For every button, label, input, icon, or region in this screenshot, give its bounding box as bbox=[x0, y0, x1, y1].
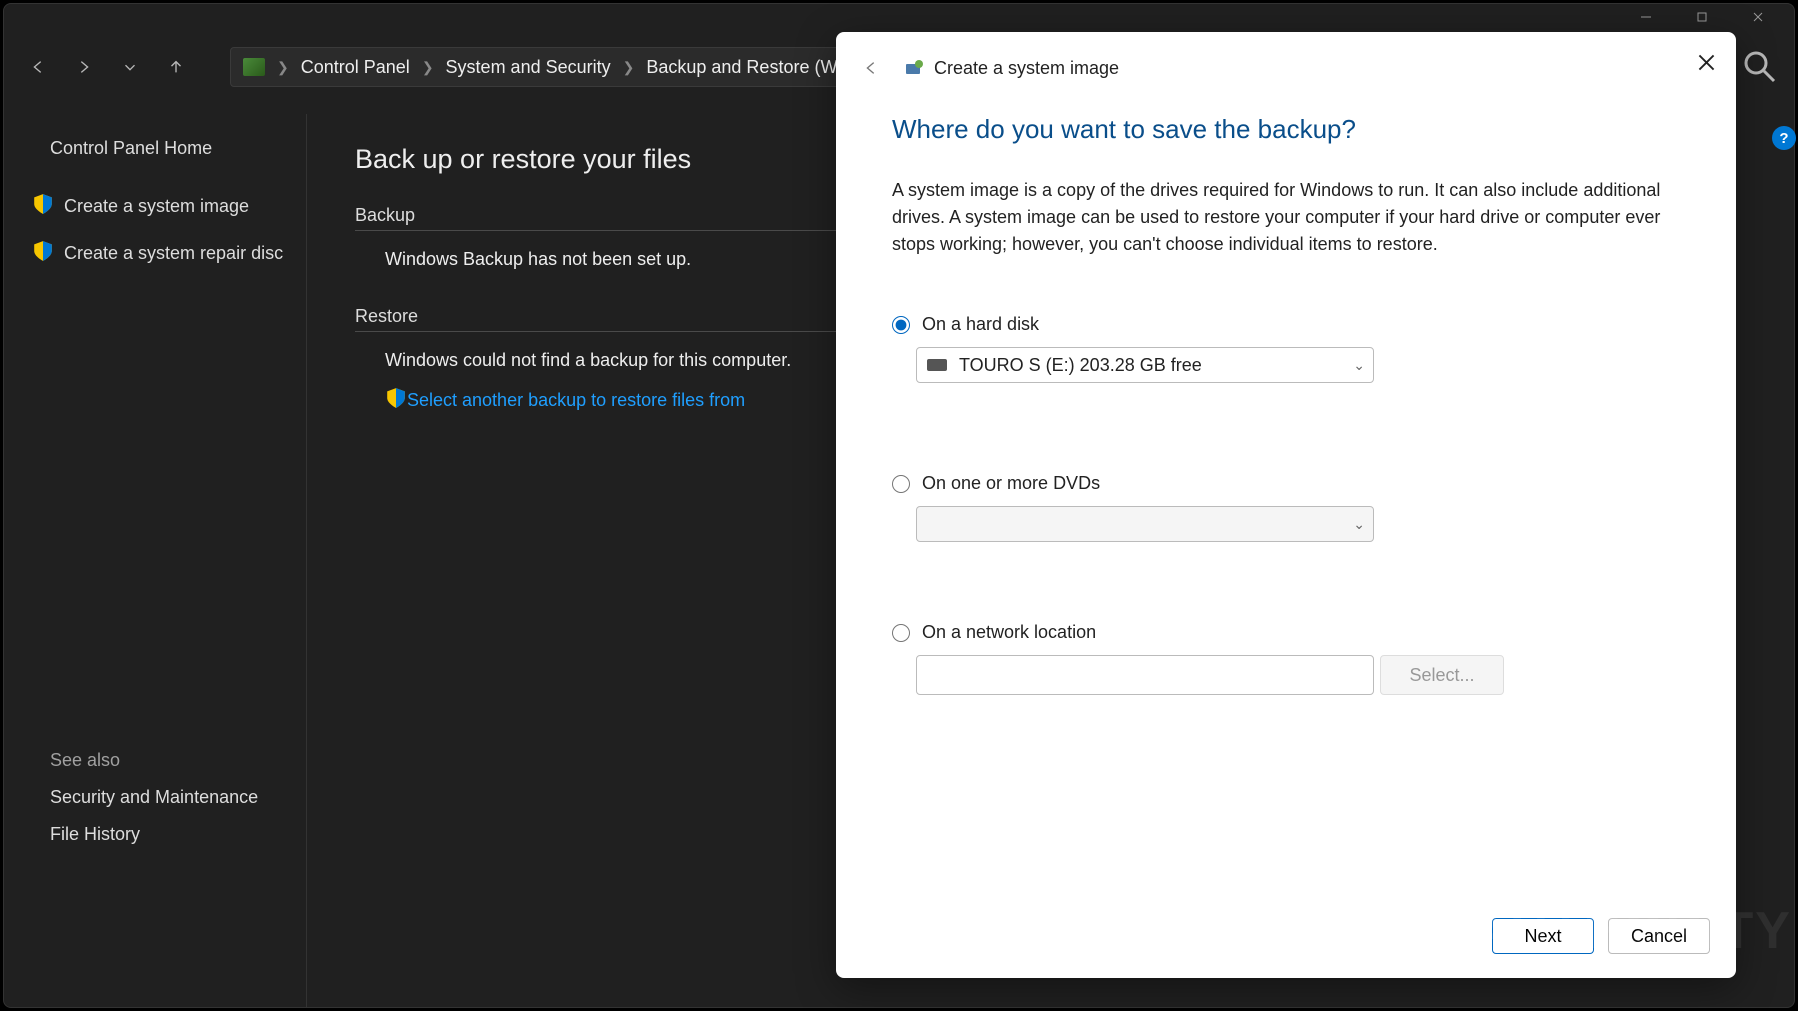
link-label: Select another backup to restore files f… bbox=[407, 390, 745, 411]
backup-header: Backup bbox=[355, 205, 875, 231]
chevron-right-icon: ❯ bbox=[277, 59, 289, 76]
control-panel-icon bbox=[243, 58, 265, 76]
chevron-right-icon: ❯ bbox=[422, 59, 434, 76]
radio-label: On one or more DVDs bbox=[922, 473, 1100, 494]
select-network-button[interactable]: Select... bbox=[1380, 655, 1504, 695]
dialog-question: Where do you want to save the backup? bbox=[892, 114, 1680, 145]
maximize-button[interactable] bbox=[1674, 4, 1730, 30]
sidebar-item-create-image[interactable]: Create a system image bbox=[28, 183, 296, 230]
dialog-body: Where do you want to save the backup? A … bbox=[836, 104, 1736, 761]
hard-disk-combo[interactable]: TOURO S (E:) 203.28 GB free ⌄ bbox=[916, 347, 1374, 383]
radio-dvd[interactable]: On one or more DVDs bbox=[892, 473, 1680, 494]
radio-dvd-input[interactable] bbox=[892, 475, 910, 493]
radio-network[interactable]: On a network location bbox=[892, 622, 1680, 643]
chevron-down-icon: ⌄ bbox=[1353, 357, 1365, 374]
radio-label: On a hard disk bbox=[922, 314, 1039, 335]
close-button[interactable] bbox=[1730, 4, 1786, 30]
option-hard-disk: On a hard disk TOURO S (E:) 203.28 GB fr… bbox=[892, 314, 1680, 383]
drive-icon bbox=[927, 359, 947, 371]
shield-icon bbox=[385, 387, 407, 414]
control-panel-home-link[interactable]: Control Panel Home bbox=[28, 128, 296, 169]
shield-icon bbox=[32, 240, 54, 267]
minimize-button[interactable] bbox=[1618, 4, 1674, 30]
sidebar: Control Panel Home Create a system image… bbox=[4, 114, 306, 1007]
dialog-close-button[interactable] bbox=[1690, 46, 1722, 78]
shield-icon bbox=[32, 193, 54, 220]
radio-hard-disk-input[interactable] bbox=[892, 316, 910, 334]
breadcrumb[interactable]: System and Security bbox=[446, 57, 611, 78]
dialog-footer: Next Cancel bbox=[1492, 918, 1710, 954]
backup-icon bbox=[904, 58, 924, 78]
chevron-right-icon: ❯ bbox=[623, 59, 635, 76]
sidebar-link-file-history[interactable]: File History bbox=[28, 816, 296, 853]
network-path-input[interactable] bbox=[916, 655, 1374, 695]
next-button[interactable]: Next bbox=[1492, 918, 1594, 954]
dialog-back-button[interactable] bbox=[856, 53, 886, 83]
radio-label: On a network location bbox=[922, 622, 1096, 643]
forward-button[interactable] bbox=[64, 47, 104, 87]
dvd-combo[interactable]: ⌄ bbox=[916, 506, 1374, 542]
chevron-down-icon: ⌄ bbox=[1353, 516, 1365, 533]
back-button[interactable] bbox=[18, 47, 58, 87]
breadcrumb[interactable]: Control Panel bbox=[301, 57, 410, 78]
option-network: On a network location Select... bbox=[892, 622, 1680, 695]
option-dvd: On one or more DVDs ⌄ bbox=[892, 473, 1680, 542]
see-also-header: See also bbox=[28, 742, 296, 779]
dialog-description: A system image is a copy of the drives r… bbox=[892, 177, 1680, 258]
sidebar-item-label: Create a system image bbox=[64, 196, 249, 217]
help-button[interactable]: ? bbox=[1772, 126, 1796, 150]
dialog-header: Create a system image bbox=[836, 32, 1736, 104]
cancel-button[interactable]: Cancel bbox=[1608, 918, 1710, 954]
dialog-title: Create a system image bbox=[934, 58, 1119, 79]
sidebar-item-label: Create a system repair disc bbox=[64, 243, 283, 264]
up-button[interactable] bbox=[156, 47, 196, 87]
radio-network-input[interactable] bbox=[892, 624, 910, 642]
restore-header: Restore bbox=[355, 306, 875, 332]
sidebar-link-security[interactable]: Security and Maintenance bbox=[28, 779, 296, 816]
combo-value: TOURO S (E:) 203.28 GB free bbox=[959, 355, 1202, 376]
radio-hard-disk[interactable]: On a hard disk bbox=[892, 314, 1680, 335]
search-button[interactable] bbox=[1740, 47, 1780, 87]
recent-dropdown[interactable] bbox=[110, 47, 150, 87]
create-system-image-dialog: Create a system image Where do you want … bbox=[836, 32, 1736, 978]
sidebar-item-repair-disc[interactable]: Create a system repair disc bbox=[28, 230, 296, 277]
